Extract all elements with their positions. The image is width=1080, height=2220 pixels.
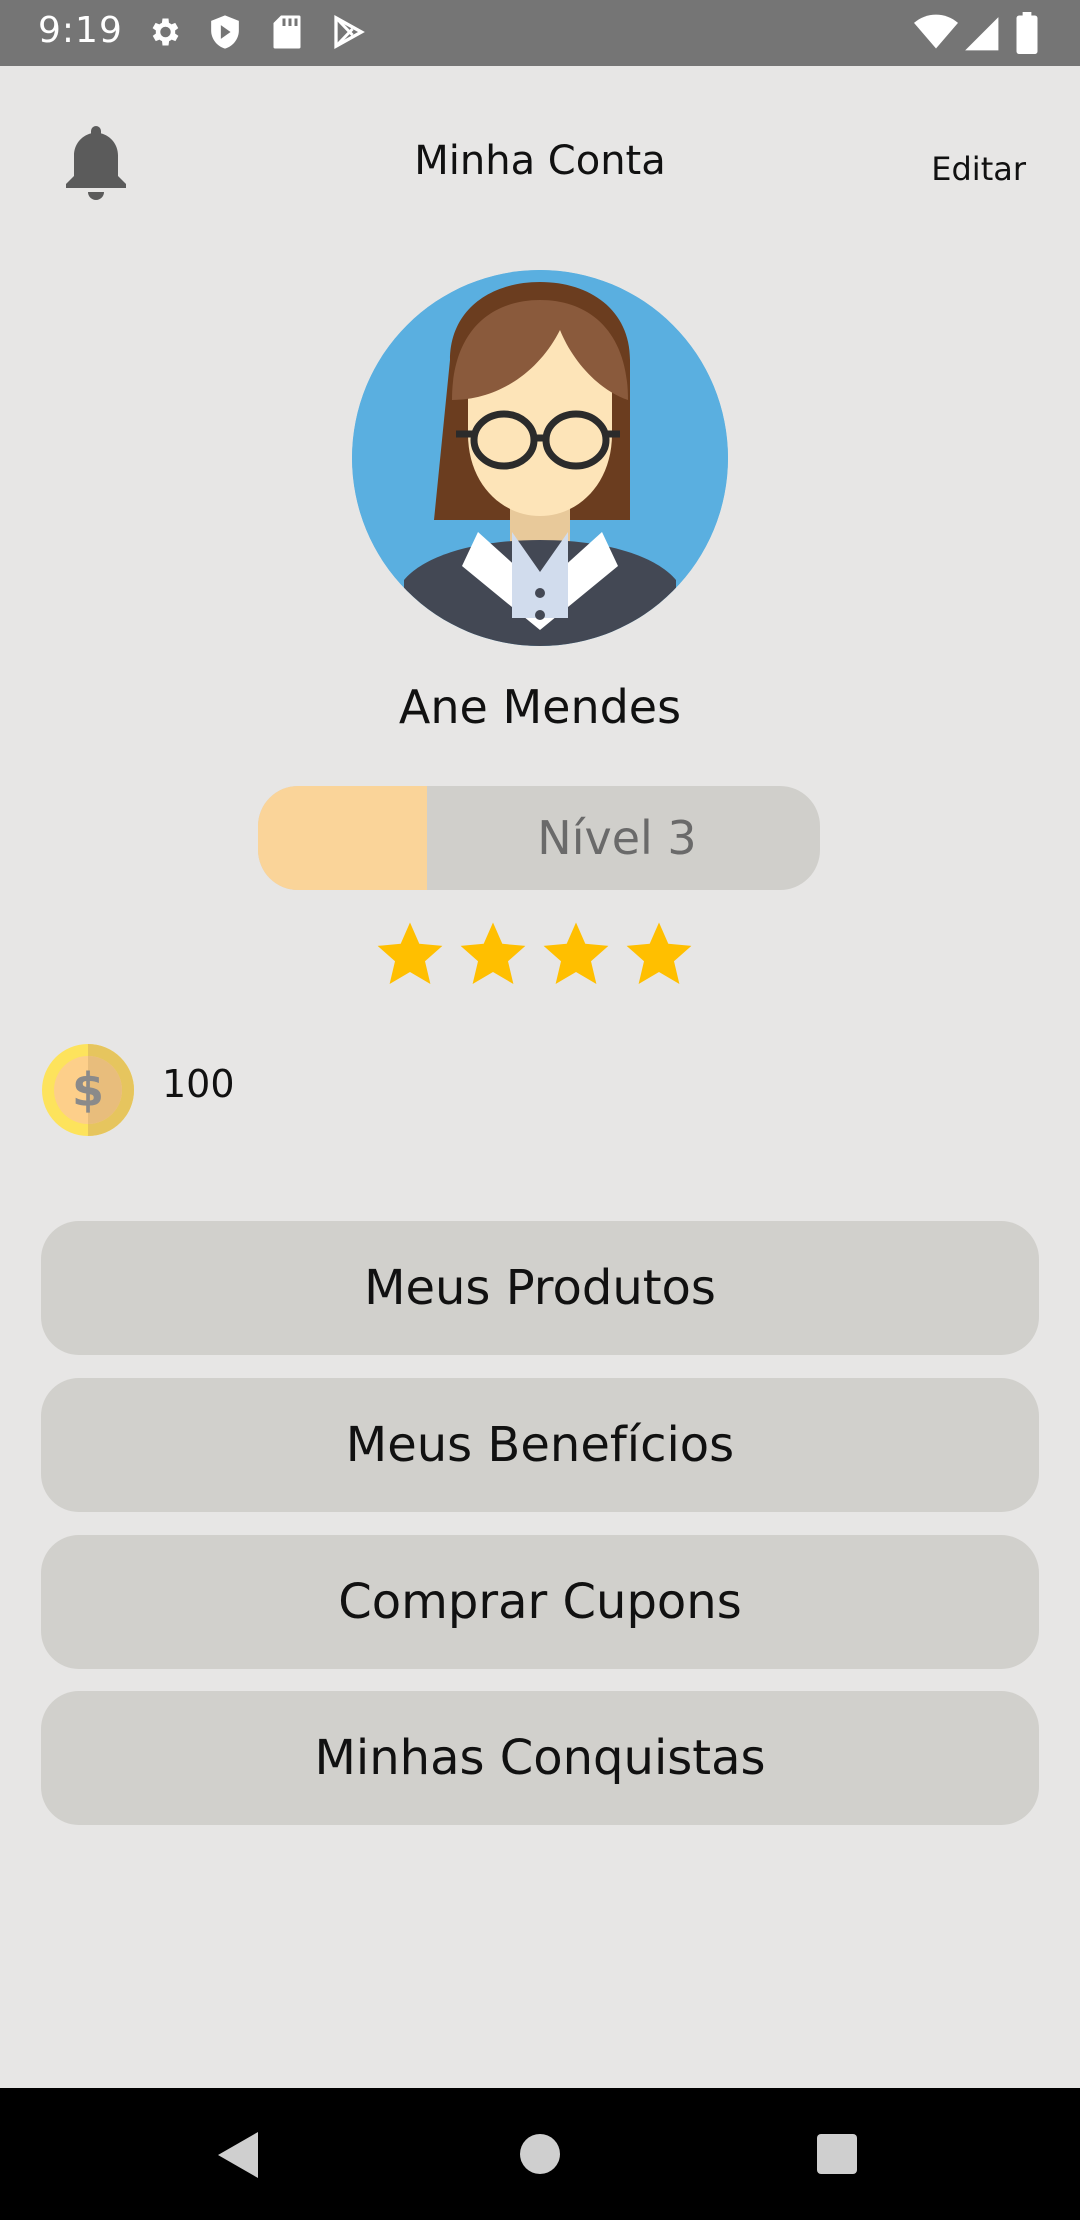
- signal-icon: [965, 17, 999, 51]
- my-achievements-button[interactable]: Minhas Conquistas: [41, 1691, 1039, 1825]
- user-name: Ane Mendes: [398, 680, 682, 734]
- avatar: [352, 270, 728, 646]
- level-progress-fill: [258, 786, 427, 890]
- play-store-icon: [334, 14, 365, 50]
- star-icon: [377, 922, 443, 984]
- edit-button[interactable]: Editar: [931, 150, 1026, 188]
- gear-icon: [152, 18, 179, 46]
- battery-icon: [1016, 12, 1038, 54]
- star-icon: [460, 922, 526, 984]
- sd-card-icon: [273, 15, 301, 49]
- star-icon: [543, 922, 609, 984]
- back-icon[interactable]: [216, 2130, 260, 2180]
- level-progress-bar: Nível 3: [258, 786, 820, 890]
- page-title: Minha Conta: [414, 138, 666, 184]
- my-products-button[interactable]: Meus Produtos: [41, 1221, 1039, 1355]
- recents-icon[interactable]: [817, 2134, 857, 2174]
- level-label: Nível 3: [537, 811, 697, 865]
- my-benefits-button[interactable]: Meus Benefícios: [41, 1378, 1039, 1512]
- coin-icon: $: [42, 1044, 134, 1136]
- home-icon[interactable]: [520, 2134, 560, 2174]
- buy-coupons-button[interactable]: Comprar Cupons: [41, 1535, 1039, 1669]
- star-icon: [626, 922, 692, 984]
- svg-text:$: $: [72, 1063, 104, 1117]
- status-bar: 9:19: [0, 0, 1080, 66]
- coins-value: 100: [162, 1062, 235, 1106]
- wifi-icon: [914, 14, 958, 49]
- status-time: 9:19: [38, 10, 123, 51]
- rating-stars: [374, 918, 714, 998]
- shield-icon: [211, 15, 239, 49]
- navigation-bar: [0, 2088, 1080, 2220]
